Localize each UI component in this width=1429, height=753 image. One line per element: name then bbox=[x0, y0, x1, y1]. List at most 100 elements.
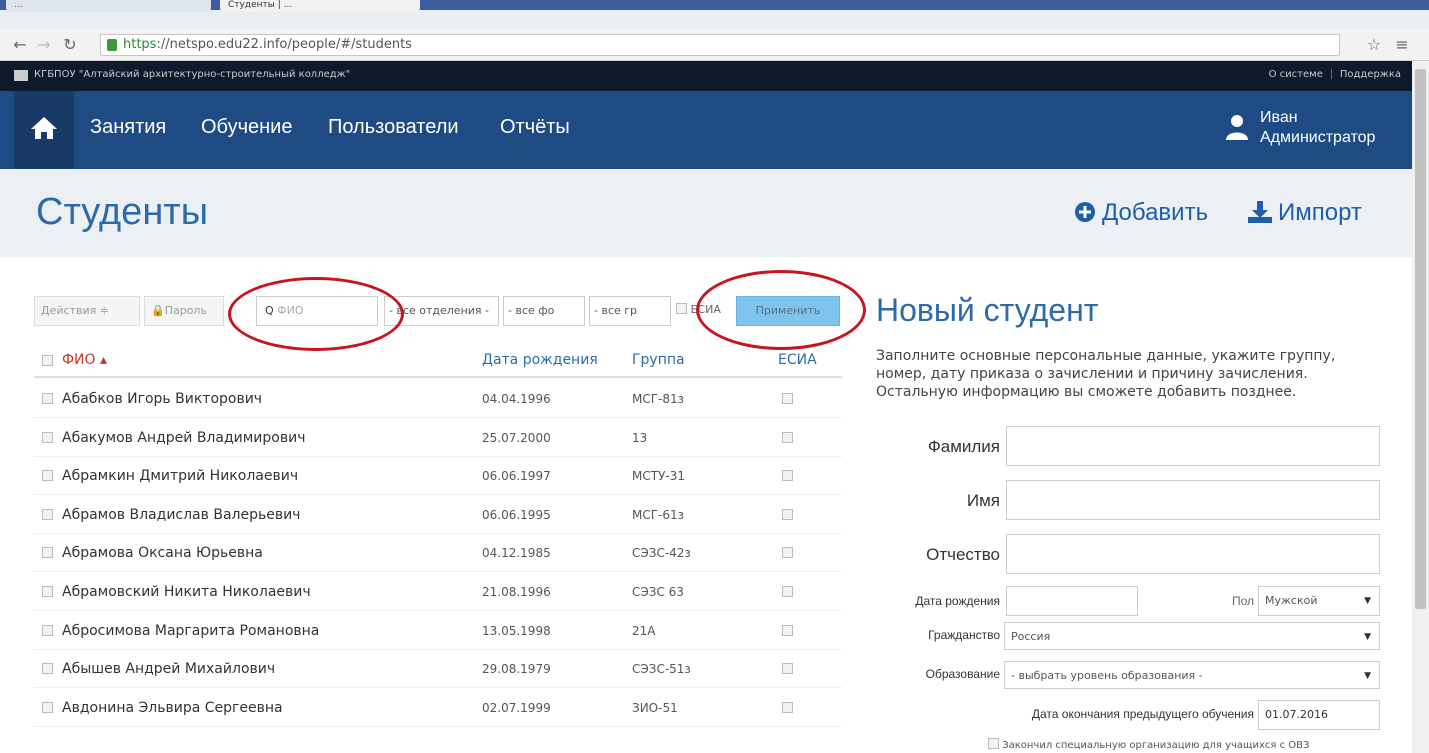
user-role: Администратор bbox=[1260, 129, 1376, 146]
row-esia-checkbox[interactable] bbox=[782, 547, 793, 558]
row-esia-checkbox[interactable] bbox=[782, 586, 793, 597]
row-checkbox[interactable] bbox=[42, 702, 53, 713]
column-header-name[interactable]: ФИО ▴ bbox=[62, 352, 107, 368]
students-table-header: ФИО ▴ Дата рождения Группа ЕСИА bbox=[34, 344, 842, 378]
row-esia-checkbox[interactable] bbox=[782, 393, 793, 404]
education-select-value: - выбрать уровень образования - bbox=[1011, 669, 1203, 682]
group-select[interactable]: - все гр bbox=[589, 296, 671, 326]
table-row[interactable]: Абрамкин Дмитрий Николаевич 06.06.1997 МСТ… bbox=[34, 457, 842, 495]
gender-label: Пол bbox=[1231, 594, 1254, 608]
row-checkbox[interactable] bbox=[42, 663, 53, 674]
home-button[interactable] bbox=[14, 91, 74, 169]
browser-tabbar: ... Студенты | ... bbox=[0, 0, 1429, 30]
student-name[interactable]: Абышев Андрей Михайлович bbox=[62, 661, 275, 677]
row-checkbox[interactable] bbox=[42, 393, 53, 404]
select-arrow-icon: ▼ bbox=[1364, 596, 1371, 606]
row-checkbox[interactable] bbox=[42, 547, 53, 558]
add-button[interactable]: Добавить bbox=[1074, 199, 1208, 227]
reload-icon[interactable]: ↻ bbox=[60, 34, 80, 56]
surname-input[interactable] bbox=[1006, 426, 1380, 466]
table-row[interactable]: Абрамовский Никита Николаевич 21.08.1996 С… bbox=[34, 573, 842, 611]
nav-item-lessons[interactable]: Занятия bbox=[90, 116, 166, 139]
about-link[interactable]: О системе bbox=[1269, 69, 1323, 80]
gender-select-value: Мужской bbox=[1265, 594, 1318, 607]
row-esia-checkbox[interactable] bbox=[782, 470, 793, 481]
browser-top-strip bbox=[0, 0, 1429, 10]
form-description: Заполните основные персональные данные, … bbox=[876, 348, 1336, 400]
support-link[interactable]: Поддержка bbox=[1340, 69, 1401, 80]
row-checkbox[interactable] bbox=[42, 509, 53, 520]
student-group: МСГ-81з bbox=[632, 392, 685, 406]
column-header-dob[interactable]: Дата рождения bbox=[482, 352, 598, 368]
plus-circle-icon bbox=[1075, 202, 1095, 222]
surname-label: Фамилия bbox=[927, 437, 1000, 456]
study-form-select[interactable]: - все фо bbox=[503, 296, 585, 326]
form-title: Новый студент bbox=[876, 292, 1099, 328]
table-row[interactable]: Абабков Игорь Викторович 04.04.1996 МСГ-81… bbox=[34, 380, 842, 418]
esia-checkbox[interactable] bbox=[676, 303, 687, 314]
patronymic-input[interactable] bbox=[1006, 534, 1380, 574]
student-name[interactable]: Абрамов Владислав Валерьевич bbox=[62, 507, 300, 523]
prev-education-end-input[interactable]: 01.07.2016 bbox=[1258, 700, 1380, 730]
row-esia-checkbox[interactable] bbox=[782, 625, 793, 636]
nav-item-reports[interactable]: Отчёты bbox=[500, 116, 570, 139]
student-name[interactable]: Абрамкин Дмитрий Николаевич bbox=[62, 468, 298, 484]
star-icon[interactable]: ☆ bbox=[1364, 34, 1384, 56]
student-group: СЭЗС-51з bbox=[632, 662, 691, 676]
forward-arrow-icon[interactable]: → bbox=[34, 34, 54, 56]
table-row[interactable]: Абакумов Андрей Владимирович 25.07.2000 13 bbox=[34, 419, 842, 457]
student-dob: 04.04.1996 bbox=[482, 392, 551, 406]
select-all-checkbox[interactable] bbox=[42, 355, 53, 366]
row-esia-checkbox[interactable] bbox=[782, 432, 793, 443]
user-first-name: Иван bbox=[1260, 109, 1298, 126]
import-button-label: Импорт bbox=[1278, 199, 1362, 226]
row-checkbox[interactable] bbox=[42, 586, 53, 597]
gender-select[interactable]: Мужской ▼ bbox=[1258, 586, 1380, 616]
student-name[interactable]: Абрамова Оксана Юрьевна bbox=[62, 545, 263, 561]
nav-item-education[interactable]: Обучение bbox=[201, 116, 292, 139]
row-checkbox[interactable] bbox=[42, 470, 53, 481]
password-button[interactable]: 🔒Пароль bbox=[144, 296, 224, 326]
import-button[interactable]: Импорт bbox=[1248, 199, 1362, 227]
student-name[interactable]: Авдонина Эльвира Сергеевна bbox=[62, 700, 283, 716]
student-dob: 13.05.1998 bbox=[482, 624, 551, 638]
education-select[interactable]: - выбрать уровень образования - ▼ bbox=[1004, 661, 1380, 689]
browser-tab-2[interactable]: Студенты | ... bbox=[220, 0, 420, 12]
row-esia-checkbox[interactable] bbox=[782, 509, 793, 520]
column-header-group[interactable]: Группа bbox=[632, 352, 685, 368]
row-esia-checkbox[interactable] bbox=[782, 663, 793, 674]
student-dob: 06.06.1997 bbox=[482, 469, 551, 483]
student-name[interactable]: Абрамовский Никита Николаевич bbox=[62, 584, 311, 600]
row-checkbox[interactable] bbox=[42, 432, 53, 443]
org-links: О системе Поддержка bbox=[1269, 69, 1401, 80]
special-org-checkbox-row[interactable]: Закончил специальную организацию для уча… bbox=[988, 738, 1309, 751]
first-name-input[interactable] bbox=[1006, 480, 1380, 520]
table-row[interactable]: Абышев Андрей Михайлович 29.08.1979 СЭЗС-5… bbox=[34, 650, 842, 688]
back-arrow-icon[interactable]: ← bbox=[10, 34, 30, 56]
citizenship-select[interactable]: Россия ▼ bbox=[1004, 622, 1380, 650]
scrollbar-thumb[interactable] bbox=[1415, 69, 1426, 609]
citizenship-select-value: Россия bbox=[1011, 630, 1051, 643]
special-org-checkbox[interactable] bbox=[988, 738, 999, 749]
column-header-esia[interactable]: ЕСИА bbox=[778, 352, 817, 368]
menu-icon[interactable]: ≡ bbox=[1392, 34, 1412, 56]
dob-input[interactable] bbox=[1006, 586, 1138, 616]
student-dob: 02.07.1999 bbox=[482, 701, 551, 715]
table-row[interactable]: Абрамов Владислав Валерьевич 06.06.1995 МС… bbox=[34, 496, 842, 534]
page-scrollbar[interactable] bbox=[1412, 61, 1429, 753]
table-row[interactable]: Абросимова Маргарита Романовна 13.05.1998… bbox=[34, 612, 842, 650]
table-row[interactable]: Авдонина Эльвира Сергеевна 02.07.1999 ЗИО-… bbox=[34, 689, 842, 727]
student-name[interactable]: Абросимова Маргарита Романовна bbox=[62, 623, 319, 639]
student-name[interactable]: Абакумов Андрей Владимирович bbox=[62, 430, 305, 446]
student-name[interactable]: Абабков Игорь Викторович bbox=[62, 391, 262, 407]
nav-item-users[interactable]: Пользователи bbox=[328, 116, 459, 139]
main-nav: Занятия Обучение Пользователи Отчёты Ива… bbox=[0, 91, 1429, 169]
row-esia-checkbox[interactable] bbox=[782, 702, 793, 713]
actions-dropdown[interactable]: Действия ≑ bbox=[34, 296, 140, 326]
url-field[interactable]: https://netspo.edu22.info/people/#/stude… bbox=[100, 34, 1340, 56]
education-label: Образование bbox=[925, 667, 1000, 681]
row-checkbox[interactable] bbox=[42, 625, 53, 636]
browser-tab-1[interactable]: ... bbox=[6, 0, 211, 12]
special-org-label: Закончил специальную организацию для уча… bbox=[1002, 740, 1310, 751]
table-row[interactable]: Абрамова Оксана Юрьевна 04.12.1985 СЭЗС-42… bbox=[34, 534, 842, 572]
